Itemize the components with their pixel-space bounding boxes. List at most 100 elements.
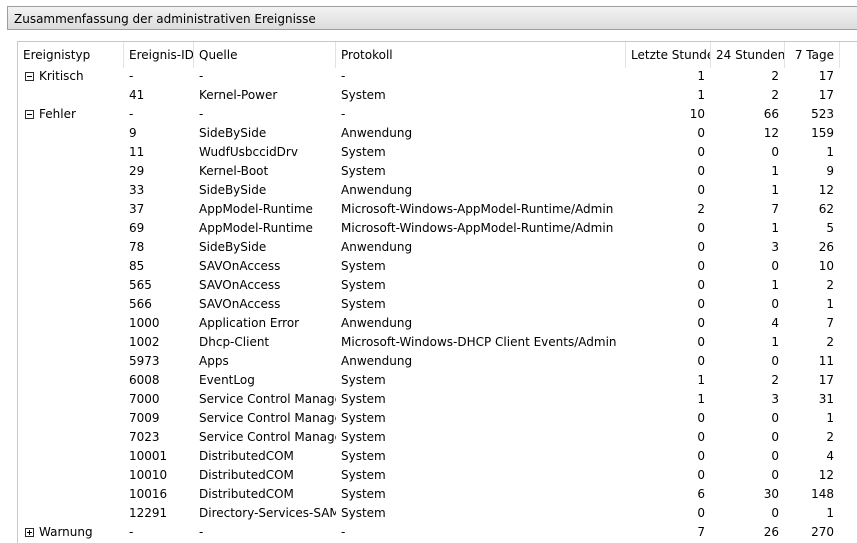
cell-type: Warnung <box>39 525 93 539</box>
table-row[interactable]: 5973 Apps Anwendung 0 0 11 <box>18 352 857 371</box>
cell-7d: 2 <box>826 335 834 349</box>
column-header-7d[interactable]: 7 Tage <box>785 42 840 68</box>
cell-event-id: 37 <box>129 202 145 216</box>
cell-source: SideBySide <box>199 240 267 254</box>
table-row[interactable]: 6008 EventLog System 1 2 17 <box>18 371 857 390</box>
cell-event-id: 1000 <box>129 316 160 330</box>
cell-event-id: 78 <box>129 240 145 254</box>
table-row[interactable]: 1000 Application Error Anwendung 0 4 7 <box>18 314 857 333</box>
cell-event-id: 29 <box>129 164 145 178</box>
panel-title: Zusammenfassung der administrativen Erei… <box>14 12 316 26</box>
cell-log: System <box>341 487 386 501</box>
cell-source: Application Error <box>199 316 300 330</box>
table-row[interactable]: 565 SAVOnAccess System 0 1 2 <box>18 276 857 295</box>
table-row[interactable]: 29 Kernel-Boot System 0 1 9 <box>18 162 857 181</box>
table-row[interactable]: 12291 Directory-Services-SAM System 0 0 1 <box>18 504 857 523</box>
cell-24h: 0 <box>771 430 779 444</box>
cell-last-hour: 0 <box>697 430 705 444</box>
cell-24h: 0 <box>771 449 779 463</box>
cell-event-id: 7009 <box>129 411 160 425</box>
cell-24h: 3 <box>771 392 779 406</box>
table-row[interactable]: 7009 Service Control Manager System 0 0 1 <box>18 409 857 428</box>
cell-7d: 2 <box>826 430 834 444</box>
cell-type <box>35 86 124 105</box>
cell-log: Anwendung <box>341 126 413 140</box>
cell-event-id: 10010 <box>129 468 168 482</box>
cell-type: Fehler <box>39 107 76 121</box>
cell-7d: 4 <box>826 449 834 463</box>
cell-7d: 148 <box>811 487 834 501</box>
cell-type <box>35 352 124 371</box>
cell-event-id: - <box>129 525 134 539</box>
cell-24h: 7 <box>771 202 779 216</box>
cell-last-hour: 0 <box>697 126 705 140</box>
table-row[interactable]: 69 AppModel-Runtime Microsoft-Windows-AppM… <box>18 219 857 238</box>
cell-log: System <box>341 449 386 463</box>
cell-event-id: - <box>129 69 134 83</box>
table-row[interactable]: 78 SideBySide Anwendung 0 3 26 <box>18 238 857 257</box>
table-row[interactable]: 37 AppModel-Runtime Microsoft-Windows-AppM… <box>18 200 857 219</box>
column-header-type[interactable]: Ereignistyp <box>18 42 124 68</box>
collapse-icon[interactable] <box>25 72 34 81</box>
cell-last-hour: 0 <box>697 278 705 292</box>
cell-source: Service Control Manager <box>199 430 336 444</box>
table-row[interactable]: 10001 DistributedCOM System 0 0 4 <box>18 447 857 466</box>
column-header-log[interactable]: Protokoll <box>336 42 626 68</box>
cell-log: Anwendung <box>341 240 413 254</box>
cell-log: System <box>341 506 386 520</box>
cell-log: System <box>341 430 386 444</box>
cell-type <box>35 409 124 428</box>
cell-event-id: 33 <box>129 183 145 197</box>
cell-source: Kernel-Boot <box>199 164 269 178</box>
table-row[interactable]: 85 SAVOnAccess System 0 0 10 <box>18 257 857 276</box>
table-row[interactable]: 7023 Service Control Manager System 0 0 2 <box>18 428 857 447</box>
table-row[interactable]: 10010 DistributedCOM System 0 0 12 <box>18 466 857 485</box>
table-row[interactable]: 566 SAVOnAccess System 0 0 1 <box>18 295 857 314</box>
table-row[interactable]: 11 WudfUsbccidDrv System 0 0 1 <box>18 143 857 162</box>
column-header-source[interactable]: Quelle <box>194 42 336 68</box>
cell-24h: 2 <box>771 69 779 83</box>
cell-event-id: 565 <box>129 278 152 292</box>
cell-last-hour: 1 <box>697 88 705 102</box>
cell-24h: 1 <box>771 164 779 178</box>
table-group-row[interactable]: Kritisch - - - 1 2 17 <box>18 67 857 86</box>
table-row[interactable]: 9 SideBySide Anwendung 0 12 159 <box>18 124 857 143</box>
cell-event-id: 6008 <box>129 373 160 387</box>
column-header-id[interactable]: Ereignis-ID <box>124 42 194 68</box>
column-header-last-hour[interactable]: Letzte Stunde <box>626 42 711 68</box>
cell-source: Service Control Manager <box>199 411 336 425</box>
cell-7d: 12 <box>818 183 834 197</box>
cell-7d: 17 <box>818 69 834 83</box>
cell-source: Directory-Services-SAM <box>199 506 336 520</box>
cell-log: System <box>341 164 386 178</box>
cell-type <box>35 181 124 200</box>
table-row[interactable]: 10016 DistributedCOM System 6 30 148 <box>18 485 857 504</box>
column-header-24h[interactable]: 24 Stunden <box>711 42 785 68</box>
cell-24h: 30 <box>763 487 779 501</box>
cell-source: AppModel-Runtime <box>199 202 313 216</box>
cell-event-id: 12291 <box>129 506 168 520</box>
cell-event-id: 69 <box>129 221 145 235</box>
cell-7d: 31 <box>818 392 834 406</box>
table-row[interactable]: 33 SideBySide Anwendung 0 1 12 <box>18 181 857 200</box>
cell-7d: 10 <box>818 259 834 273</box>
cell-source: DistributedCOM <box>199 449 294 463</box>
cell-last-hour: 0 <box>697 506 705 520</box>
cell-event-id: 5973 <box>129 354 160 368</box>
cell-type <box>35 447 124 466</box>
table-row[interactable]: 41 Kernel-Power System 1 2 17 <box>18 86 857 105</box>
expand-icon[interactable] <box>25 528 34 537</box>
table-row[interactable]: 1002 Dhcp-Client Microsoft-Windows-DHCP Cl… <box>18 333 857 352</box>
collapse-icon[interactable] <box>25 110 34 119</box>
cell-log: Microsoft-Windows-AppModel-Runtime/Admin <box>341 221 614 235</box>
cell-last-hour: 7 <box>697 525 705 539</box>
table-row[interactable]: 7000 Service Control Manager System 1 3 31 <box>18 390 857 409</box>
table-group-row[interactable]: Warnung - - - 7 26 270 <box>18 523 857 542</box>
cell-24h: 12 <box>763 126 779 140</box>
cell-log: System <box>341 297 386 311</box>
cell-last-hour: 0 <box>697 259 705 273</box>
panel-header[interactable]: Zusammenfassung der administrativen Erei… <box>7 6 857 30</box>
table-group-row[interactable]: Fehler - - - 10 66 523 <box>18 105 857 124</box>
cell-last-hour: 0 <box>697 240 705 254</box>
events-table: Ereignistyp Ereignis-ID Quelle Protokoll… <box>17 41 857 543</box>
